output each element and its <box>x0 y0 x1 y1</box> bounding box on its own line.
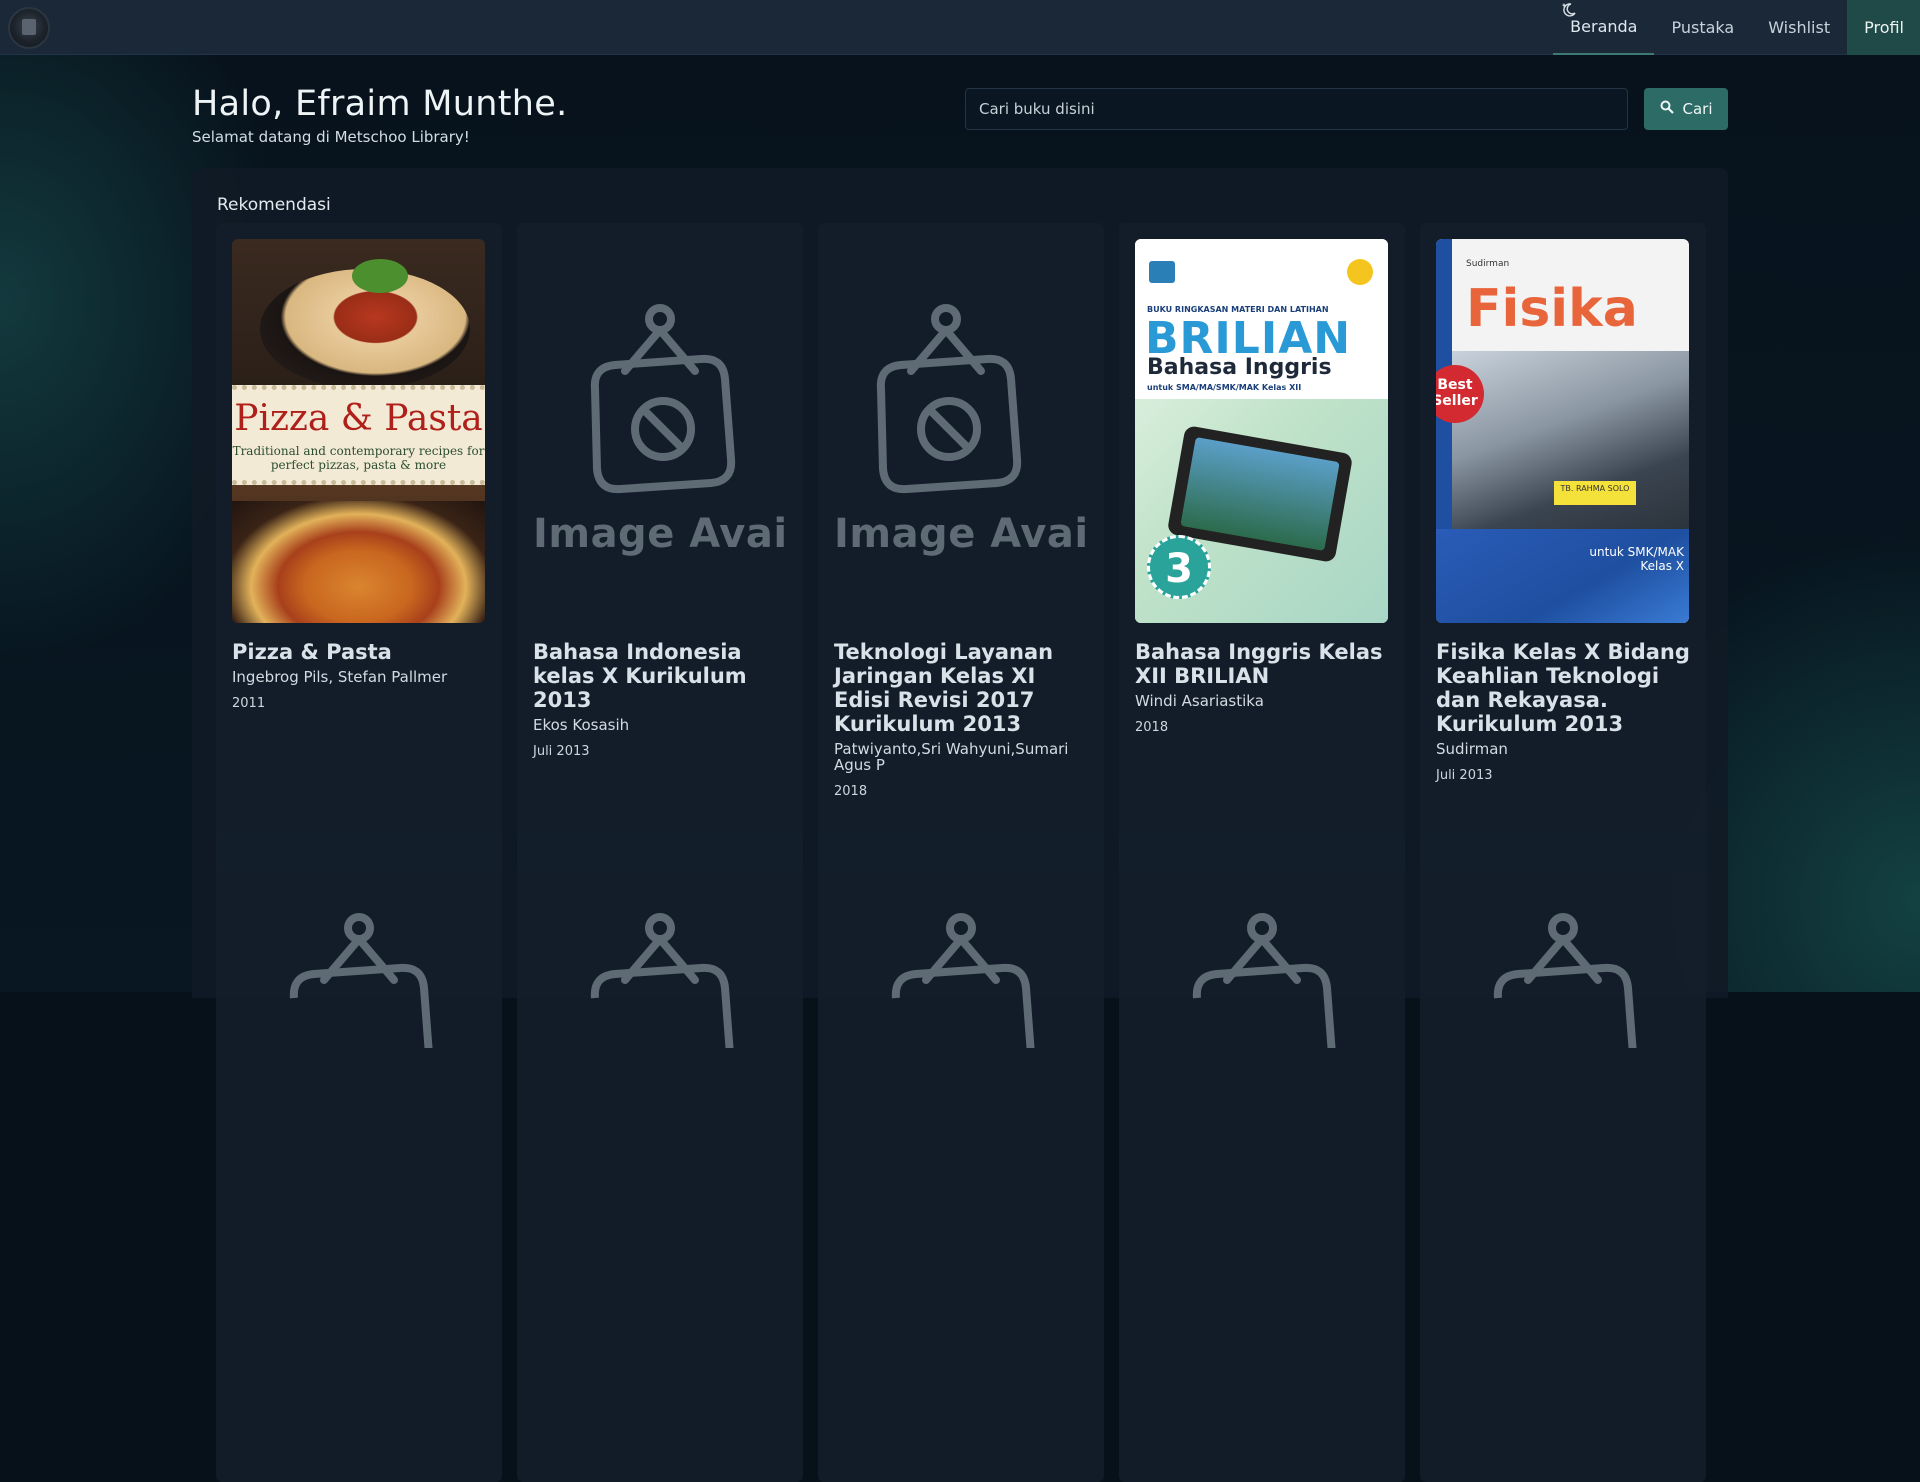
no-image-icon <box>1192 913 1337 1069</box>
school-logo-icon[interactable] <box>8 7 50 49</box>
no-image-icon <box>590 304 736 494</box>
book-year: 2018 <box>1135 720 1169 735</box>
book-card-row2-4[interactable] <box>1119 832 1405 1482</box>
book-cover-placeholder[interactable] <box>1135 848 1388 1232</box>
book-title[interactable]: Fisika Kelas X Bidang Keahlian Teknologi… <box>1436 640 1694 736</box>
badge-logo-icon <box>1347 259 1373 285</box>
search-button[interactable]: Cari <box>1644 88 1728 130</box>
book-cover-placeholder[interactable] <box>232 848 485 1232</box>
cover-subtitle: Traditional and contemporary recipes for… <box>232 444 485 472</box>
book-author: Patwiyanto,Sri Wahyuni,Sumari Agus P <box>834 740 1069 774</box>
book-title[interactable]: Bahasa Inggris Kelas XII BRILIAN <box>1135 640 1393 688</box>
publisher-logo-icon <box>1149 261 1175 283</box>
machine-illustration <box>1452 351 1689 537</box>
book-year: Juli 2013 <box>1436 768 1493 783</box>
book-cover[interactable]: Sudirman Fisika Best Seller TB. RAHMA SO… <box>1436 239 1689 623</box>
cover-title: Fisika <box>1466 279 1638 339</box>
book-cover[interactable]: Pizza & Pasta Traditional and contempora… <box>232 239 485 623</box>
section-title: Rekomendasi <box>217 195 331 215</box>
no-image-icon <box>876 304 1022 494</box>
book-cover[interactable]: BUKU RINGKASAN MATERI DAN LATIHAN BRILIA… <box>1135 239 1388 623</box>
cover-author: Sudirman <box>1466 259 1510 269</box>
page-title: Halo, Efraim Munthe. <box>192 84 568 124</box>
page-subtitle: Selamat datang di Metschoo Library! <box>192 128 470 146</box>
cover-number: 3 <box>1147 535 1211 599</box>
greeting-block: Halo, Efraim Munthe. Selamat datang di M… <box>192 84 568 146</box>
book-year: 2011 <box>232 696 266 711</box>
book-cover-placeholder[interactable] <box>834 848 1087 1232</box>
book-cover-placeholder[interactable]: Image Availa <box>834 239 1087 623</box>
book-year: 2018 <box>834 784 868 799</box>
book-author: Windi Asariastika <box>1135 692 1264 710</box>
book-title[interactable]: Bahasa Indonesia kelas X Kurikulum 2013 <box>533 640 791 712</box>
book-card-fisika[interactable]: Sudirman Fisika Best Seller TB. RAHMA SO… <box>1420 223 1706 873</box>
book-year: Juli 2013 <box>533 744 590 759</box>
book-author: Ingebrog Pils, Stefan Pallmer <box>232 668 448 686</box>
book-author: Sudirman <box>1436 740 1508 758</box>
book-card-row2-3[interactable] <box>818 832 1104 1482</box>
cover-for: untuk SMA/MA/SMK/MAK Kelas XII <box>1147 383 1302 392</box>
no-image-icon <box>590 913 735 1069</box>
no-image-icon <box>289 913 434 1069</box>
book-cover-placeholder[interactable] <box>1436 848 1689 1232</box>
book-card-bahasa-inggris[interactable]: BUKU RINGKASAN MATERI DAN LATIHAN BRILIA… <box>1119 223 1405 873</box>
cover-label: TB. RAHMA SOLO <box>1554 481 1636 505</box>
search-input[interactable] <box>965 88 1628 130</box>
nav-links: Beranda Pustaka Wishlist Profil <box>1553 0 1920 55</box>
book-card-row2-2[interactable] <box>517 832 803 1482</box>
book-card-teknologi-layanan[interactable]: Image Availa Teknologi Layanan Jaringan … <box>818 223 1104 873</box>
book-title[interactable]: Pizza & Pasta <box>232 640 490 664</box>
book-title[interactable]: Teknologi Layanan Jaringan Kelas XI Edis… <box>834 640 1092 736</box>
no-image-icon <box>891 913 1036 1069</box>
book-cover-placeholder[interactable] <box>533 848 786 1232</box>
cover-subject: Bahasa Inggris <box>1147 355 1332 380</box>
no-image-icon <box>1493 913 1638 1069</box>
book-cover-placeholder[interactable]: Image Availa <box>533 239 786 623</box>
cover-for: untuk SMK/MAK Kelas X <box>1589 545 1684 573</box>
cover-title: Pizza & Pasta <box>234 398 483 439</box>
no-image-text: Image Availa <box>533 511 786 557</box>
top-navbar: Beranda Pustaka Wishlist Profil <box>0 0 1920 55</box>
recommendations-panel: Rekomendasi Pizza & Pasta Traditional an… <box>192 168 1728 1482</box>
book-card-pizza-pasta[interactable]: Pizza & Pasta Traditional and contempora… <box>216 223 502 873</box>
no-image-text: Image Availa <box>834 511 1087 557</box>
book-card-bahasa-indonesia[interactable]: Image Availa Bahasa Indonesia kelas X Ku… <box>517 223 803 873</box>
nav-beranda[interactable]: Beranda <box>1553 0 1655 55</box>
book-card-row2-1[interactable] <box>216 832 502 1482</box>
search-icon <box>1660 100 1674 118</box>
book-card-row2-5[interactable] <box>1420 832 1706 1482</box>
nav-wishlist[interactable]: Wishlist <box>1751 0 1847 55</box>
nav-profil[interactable]: Profil <box>1847 0 1920 55</box>
search-button-label: Cari <box>1682 100 1713 118</box>
book-author: Ekos Kosasih <box>533 716 630 734</box>
nav-pustaka[interactable]: Pustaka <box>1654 0 1751 55</box>
